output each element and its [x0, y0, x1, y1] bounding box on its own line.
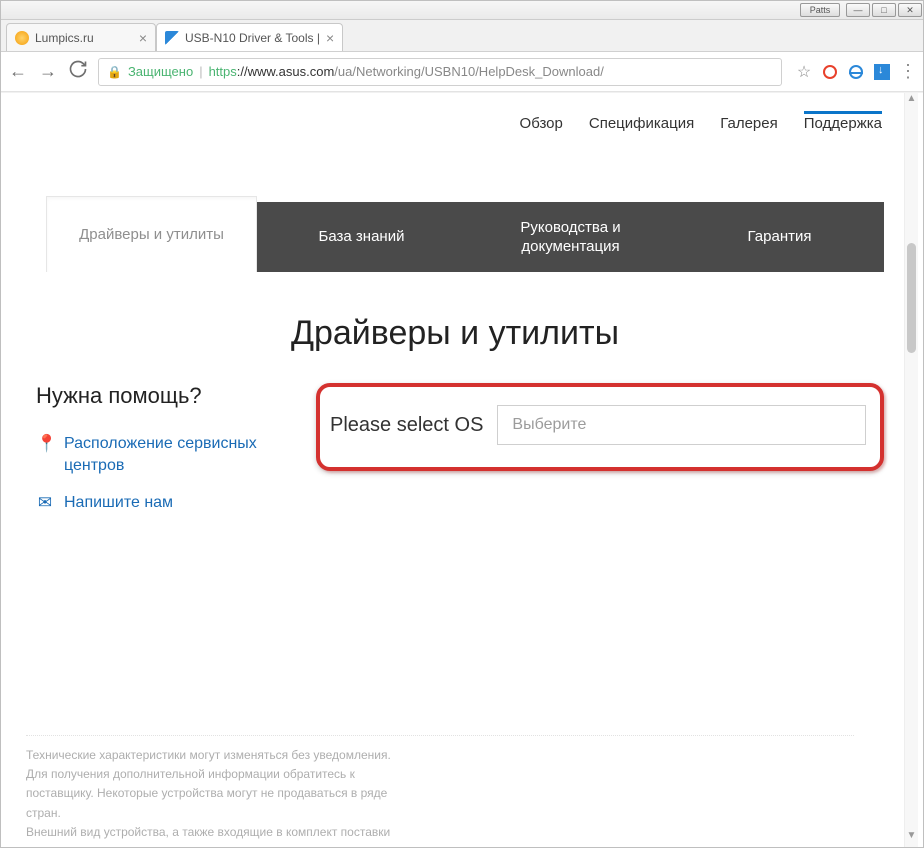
favicon-icon — [15, 31, 29, 45]
pin-icon: 📍 — [36, 433, 54, 456]
tab-title: Lumpics.ru — [35, 31, 133, 45]
page-viewport: Обзор Спецификация Галерея Поддержка Дра… — [0, 92, 924, 848]
address-bar-row: ← → 🔒 Защищено | https://www.asus.com/ua… — [0, 52, 924, 92]
os-select-highlight: Please select OS Выберите — [316, 383, 884, 471]
nav-overview[interactable]: Обзор — [520, 111, 563, 132]
os-select-column: Please select OS Выберите — [316, 383, 884, 471]
mail-icon: ✉ — [36, 492, 54, 515]
back-button[interactable]: ← — [8, 61, 28, 82]
product-nav: Обзор Спецификация Галерея Поддержка — [16, 93, 894, 142]
help-link-label: Расположение сервисных центров — [64, 433, 316, 476]
scroll-down-icon[interactable]: ▼ — [905, 830, 918, 848]
lock-icon: 🔒 — [107, 65, 122, 79]
extension-opera-icon[interactable] — [822, 64, 838, 80]
window-close-button[interactable]: ✕ — [898, 3, 922, 17]
scroll-thumb[interactable] — [907, 243, 916, 353]
nav-gallery[interactable]: Галерея — [720, 111, 778, 132]
close-icon[interactable]: × — [326, 31, 334, 45]
browser-tab-asus[interactable]: USB-N10 Driver & Tools | × — [156, 23, 343, 51]
help-column: Нужна помощь? 📍 Расположение сервисных ц… — [26, 383, 316, 531]
bookmark-star-icon[interactable]: ☆ — [796, 64, 812, 80]
support-tab-warranty[interactable]: Гарантия — [675, 202, 884, 272]
browser-menu-button[interactable]: ⋮ — [900, 64, 916, 80]
os-select-dropdown[interactable]: Выберите — [497, 405, 866, 445]
help-link-contact[interactable]: ✉ Напишите нам — [36, 492, 316, 515]
help-link-label: Напишите нам — [64, 492, 173, 514]
window-minimize-button[interactable]: — — [846, 3, 870, 17]
separator: | — [199, 64, 202, 79]
close-icon[interactable]: × — [139, 31, 147, 45]
help-title: Нужна помощь? — [36, 383, 316, 409]
os-select-label: Please select OS — [330, 414, 483, 437]
tab-title: USB-N10 Driver & Tools | — [185, 31, 320, 45]
browser-tab-lumpics[interactable]: Lumpics.ru × — [6, 23, 156, 51]
help-link-service-centers[interactable]: 📍 Расположение сервисных центров — [36, 433, 316, 476]
toolbar-right: ☆ ⋮ — [792, 64, 916, 80]
extension-globe-icon[interactable] — [848, 64, 864, 80]
window-patts-button[interactable]: Patts — [800, 3, 840, 17]
url-bar[interactable]: 🔒 Защищено | https://www.asus.com/ua/Net… — [98, 58, 782, 86]
page-content: Обзор Спецификация Галерея Поддержка Дра… — [16, 93, 894, 848]
support-tab-drivers[interactable]: Драйверы и утилиты — [46, 196, 257, 272]
nav-spec[interactable]: Спецификация — [589, 111, 694, 132]
content-row: Нужна помощь? 📍 Расположение сервисных ц… — [16, 383, 894, 531]
url-text: https://www.asus.com/ua/Networking/USBN1… — [209, 64, 604, 79]
reload-button[interactable] — [68, 59, 88, 84]
os-select-placeholder: Выберите — [512, 416, 586, 434]
support-tab-manuals[interactable]: Руководства и документация — [466, 202, 675, 272]
forward-button[interactable]: → — [38, 61, 58, 82]
secure-label: Защищено — [128, 64, 193, 79]
window-maximize-button[interactable]: □ — [872, 3, 896, 17]
favicon-icon — [165, 31, 179, 45]
scroll-up-icon[interactable]: ▲ — [905, 93, 918, 111]
support-tabs: Драйверы и утилиты База знаний Руководст… — [46, 202, 884, 272]
window-titlebar: Patts — □ ✕ — [0, 0, 924, 20]
page-headline: Драйверы и утилиты — [16, 314, 894, 353]
nav-support[interactable]: Поддержка — [804, 111, 882, 132]
browser-tabs: Lumpics.ru × USB-N10 Driver & Tools | × — [0, 20, 924, 52]
footer-disclaimer: Технические характеристики могут изменят… — [26, 735, 854, 842]
extension-download-icon[interactable] — [874, 64, 890, 80]
vertical-scrollbar[interactable]: ▲ ▼ — [904, 93, 918, 848]
support-tab-knowledge[interactable]: База знаний — [257, 202, 466, 272]
